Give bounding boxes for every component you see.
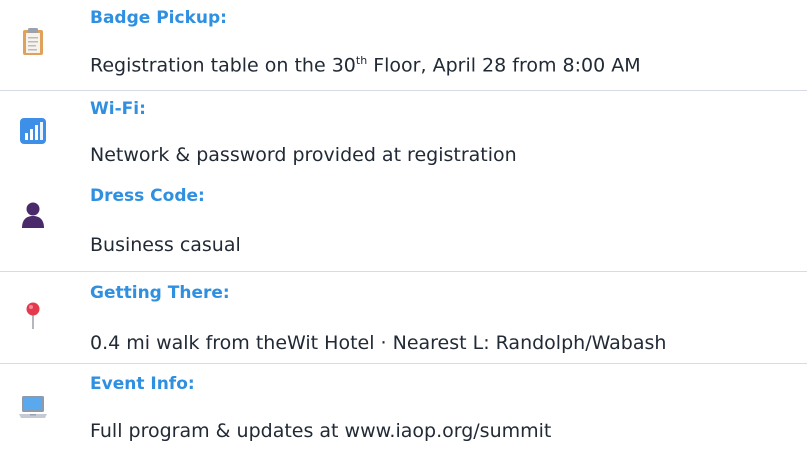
dress-code-text: Business casual (90, 234, 241, 256)
wifi-text: Network & password provided at registrat… (90, 144, 517, 166)
laptop-icon (19, 396, 47, 418)
dress-code-title: Dress Code: (90, 186, 205, 206)
badge-pickup-text: Registration table on the 30th Floor, Ap… (90, 54, 641, 77)
map-pin-icon (26, 302, 40, 329)
getting-there-item: Getting There: 0.4 mi walk from theWit H… (0, 272, 807, 363)
clipboard-icon (23, 28, 43, 55)
event-info-title: Event Info: (90, 374, 195, 394)
getting-there-title: Getting There: (90, 283, 230, 303)
dress-code-item: Dress Code: Business casual (0, 181, 807, 271)
getting-there-text: 0.4 mi walk from theWit Hotel · Nearest … (90, 332, 667, 354)
badge-pickup-title: Badge Pickup: (90, 8, 227, 28)
signal-bars-icon (20, 118, 46, 144)
badge-pickup-item: Badge Pickup: Registration table on the … (0, 0, 807, 90)
person-icon (22, 202, 44, 228)
event-details-list: Badge Pickup: Registration table on the … (0, 0, 807, 455)
wifi-item: Wi-Fi: Network & password provided at re… (0, 91, 807, 181)
event-info-item: Event Info: Full program & updates at ww… (0, 364, 807, 455)
event-info-text: Full program & updates at www.iaop.org/s… (90, 420, 552, 442)
wifi-title: Wi-Fi: (90, 99, 146, 119)
